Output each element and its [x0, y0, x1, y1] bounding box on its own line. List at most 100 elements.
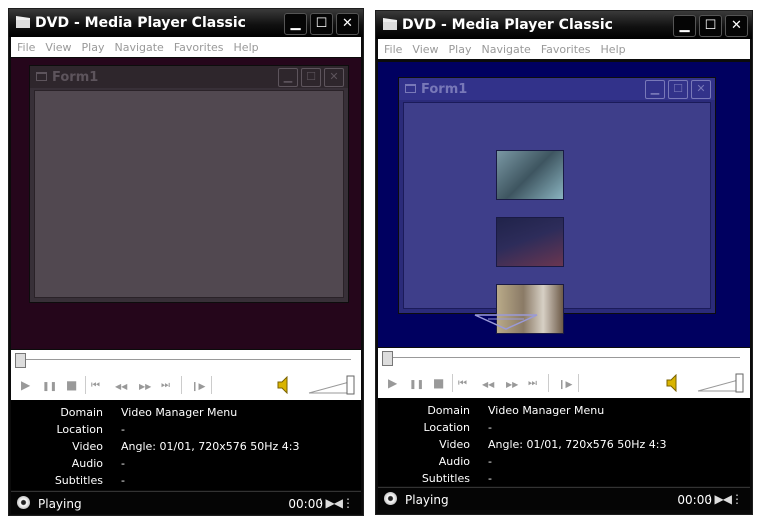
- form-app-icon: [405, 84, 416, 93]
- disc-icon: [17, 496, 30, 509]
- close-button[interactable]: ✕: [725, 15, 748, 37]
- info-value: Video Manager Menu: [488, 404, 605, 417]
- info-value: -: [121, 423, 125, 436]
- next-chapter-icon[interactable]: ⏭: [528, 378, 537, 390]
- close-button[interactable]: ✕: [336, 13, 359, 35]
- pause-icon[interactable]: ❚❚: [42, 381, 57, 393]
- info-label: Video: [439, 438, 470, 451]
- playback-state: Playing: [38, 497, 82, 511]
- video-area[interactable]: Form1 ▁ ☐ ✕: [378, 62, 750, 347]
- info-value: -: [121, 474, 125, 487]
- speaker-icon[interactable]: [277, 376, 291, 394]
- menu-bar: File View Play Navigate Favorites Help: [11, 37, 361, 57]
- title-bar[interactable]: DVD - Media Player Classic ▁ ☐ ✕: [376, 11, 752, 39]
- volume-slider[interactable]: [307, 375, 357, 395]
- close-icon: ✕: [342, 16, 353, 31]
- info-row-domain: Domain Video Manager Menu: [11, 406, 361, 423]
- form-title: Form1: [421, 82, 468, 97]
- form-minimize-button[interactable]: ▁: [278, 68, 298, 87]
- rewind-icon[interactable]: ◀◀: [115, 381, 127, 393]
- seek-track: [17, 359, 351, 360]
- form-app-icon: [36, 72, 47, 81]
- info-label: Video: [72, 440, 103, 453]
- menu-file[interactable]: File: [17, 41, 35, 54]
- playback-controls: ▶ ❚❚ ■ ⏮ ◀◀ ▶▶ ⏭ ❙▶: [11, 370, 361, 400]
- next-chapter-icon[interactable]: ⏭: [161, 380, 170, 392]
- menu-navigate[interactable]: Navigate: [114, 41, 163, 54]
- previous-chapter-icon[interactable]: ⏮: [458, 378, 467, 390]
- frame-step-icon[interactable]: ❙▶: [191, 381, 205, 393]
- menu-help[interactable]: Help: [601, 43, 626, 56]
- rewind-icon[interactable]: ◀◀: [482, 379, 494, 391]
- pause-icon[interactable]: ❚❚: [409, 379, 424, 391]
- form-minimize-button[interactable]: ▁: [645, 80, 665, 99]
- form-close-button[interactable]: ✕: [691, 80, 711, 99]
- info-label: Subtitles: [421, 472, 470, 485]
- menu-navigate[interactable]: Navigate: [481, 43, 530, 56]
- info-label: Audio: [71, 457, 103, 470]
- app-clapperboard-icon: [383, 18, 397, 30]
- close-icon: ✕: [731, 18, 742, 33]
- speaker-icon[interactable]: [666, 374, 680, 392]
- info-label: Subtitles: [54, 474, 103, 487]
- media-player-window-right: DVD - Media Player Classic ▁ ☐ ✕ File Vi…: [375, 10, 753, 515]
- seek-thumb[interactable]: [15, 353, 26, 368]
- menu-play[interactable]: Play: [82, 41, 105, 54]
- title-bar[interactable]: DVD - Media Player Classic ▁ ☐ ✕: [9, 9, 363, 37]
- aspect-ratio-icon[interactable]: ⋮▶◀⋮: [315, 496, 354, 510]
- menu-thumbnail-1[interactable]: [496, 150, 564, 200]
- minimize-button[interactable]: ▁: [673, 15, 696, 37]
- menu-view[interactable]: View: [412, 43, 438, 56]
- app-clapperboard-icon: [16, 16, 30, 28]
- minimize-button[interactable]: ▁: [284, 13, 307, 35]
- form-client-area: [403, 102, 711, 334]
- seek-bar[interactable]: [11, 350, 361, 370]
- seek-bar[interactable]: [378, 348, 750, 368]
- menu-favorites[interactable]: Favorites: [541, 43, 591, 56]
- info-value: -: [121, 457, 125, 470]
- play-icon[interactable]: ▶: [388, 377, 397, 389]
- volume-slider[interactable]: [696, 373, 746, 393]
- info-panel: Domain Video Manager Menu Location - Vid…: [378, 398, 750, 486]
- fast-forward-icon[interactable]: ▶▶: [139, 381, 151, 393]
- maximize-icon: ☐: [704, 18, 717, 33]
- scroll-down-arrow-icon[interactable]: [474, 314, 538, 330]
- maximize-button[interactable]: ☐: [699, 15, 722, 37]
- previous-chapter-icon[interactable]: ⏮: [91, 380, 100, 392]
- media-player-window-left: DVD - Media Player Classic ▁ ☐ ✕ File Vi…: [8, 8, 364, 516]
- fast-forward-icon[interactable]: ▶▶: [506, 379, 518, 391]
- form-close-button[interactable]: ✕: [324, 68, 344, 87]
- stop-icon[interactable]: ■: [433, 377, 444, 389]
- frame-step-icon[interactable]: ❙▶: [558, 379, 572, 391]
- info-value: -: [488, 421, 492, 434]
- form-window[interactable]: Form1 ▁ ☐ ✕: [398, 77, 716, 334]
- video-area[interactable]: Form1 ▁ ☐ ✕: [11, 58, 361, 349]
- menu-view[interactable]: View: [45, 41, 71, 54]
- aspect-ratio-icon[interactable]: ⋮▶◀⋮: [704, 492, 743, 506]
- form-title-bar[interactable]: Form1 ▁ ☐ ✕: [399, 78, 715, 100]
- form-maximize-button[interactable]: ☐: [668, 80, 688, 99]
- menu-help[interactable]: Help: [234, 41, 259, 54]
- seek-track: [384, 357, 740, 358]
- minimize-icon: ▁: [283, 70, 293, 83]
- minimize-icon: ▁: [679, 18, 690, 33]
- menu-play[interactable]: Play: [449, 43, 472, 56]
- maximize-icon: ☐: [673, 82, 683, 95]
- window-title: DVD - Media Player Classic: [35, 15, 246, 31]
- menu-thumbnail-2[interactable]: [496, 217, 564, 267]
- info-label: Domain: [427, 404, 470, 417]
- maximize-icon: ☐: [315, 16, 328, 31]
- menu-favorites[interactable]: Favorites: [174, 41, 224, 54]
- close-icon: ✕: [696, 82, 706, 95]
- info-label: Location: [56, 423, 103, 436]
- stop-icon[interactable]: ■: [66, 379, 77, 391]
- form-maximize-button[interactable]: ☐: [301, 68, 321, 87]
- form-title-bar[interactable]: Form1 ▁ ☐ ✕: [30, 66, 348, 88]
- play-icon[interactable]: ▶: [21, 379, 30, 391]
- menu-file[interactable]: File: [384, 43, 402, 56]
- form-window[interactable]: Form1 ▁ ☐ ✕: [29, 65, 349, 303]
- menu-bar: File View Play Navigate Favorites Help: [378, 39, 750, 59]
- maximize-button[interactable]: ☐: [310, 13, 333, 35]
- seek-thumb[interactable]: [382, 351, 393, 366]
- info-label: Location: [423, 421, 470, 434]
